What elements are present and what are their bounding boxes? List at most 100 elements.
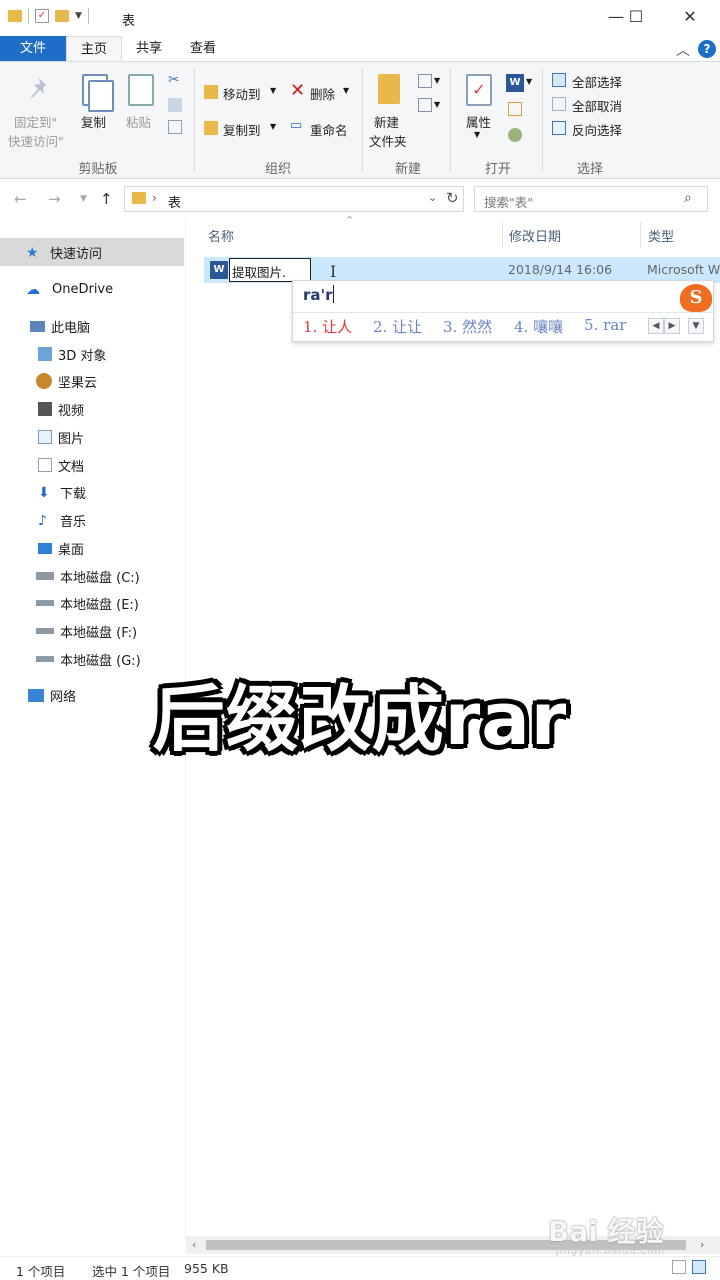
cube-icon [38,347,52,361]
cloud-icon: ☁ [26,282,40,298]
nut-icon [36,373,52,389]
select-none-icon [552,97,566,111]
sogou-logo-icon[interactable]: S [680,284,712,312]
delete-x-icon: ✕ [290,80,306,101]
picture-icon [38,430,52,444]
sidebar-item-drive-c[interactable]: 本地磁盘 (C:) [36,562,140,590]
sidebar-item-drive-e[interactable]: 本地磁盘 (E:) [36,589,139,617]
sidebar-item-quick-access[interactable]: ★ 快速访问 [26,238,102,266]
sidebar-item-music[interactable]: ♪ 音乐 [38,506,86,534]
sidebar-item-label: 此电脑 [51,320,91,336]
search-icon[interactable]: ⌕ [684,190,692,206]
select-group-label: 选择 [576,162,603,177]
open-group-label: 打开 [484,162,511,177]
recent-locations-icon[interactable]: ▼ [80,194,87,204]
edit-icon[interactable] [508,102,522,116]
help-icon[interactable]: ? [698,40,716,58]
ime-candidate-1[interactable]: 1. 让人 [303,316,352,337]
sidebar-item-3d-objects[interactable]: 3D 对象 [38,340,106,368]
column-header-type[interactable]: 类型 [648,226,674,245]
paste-button[interactable]: 粘贴 [126,112,151,131]
tab-share[interactable]: 共享 [122,36,176,62]
close-button[interactable]: ✕ [670,6,710,30]
new-folder-icon[interactable] [55,10,69,22]
address-path[interactable]: 表 [168,192,181,211]
ime-expand-icon[interactable]: ▼ [688,318,704,334]
ime-candidate-5[interactable]: 5. rar [584,316,626,334]
copy-path-icon[interactable] [168,98,182,112]
drive-icon [36,572,54,580]
tab-home[interactable]: 主页 [66,36,123,62]
copy-to-button[interactable]: 复制到 [223,120,261,139]
back-arrow-icon[interactable]: ← [14,190,27,208]
new-folder-button-line1[interactable]: 新建 [374,112,399,131]
properties-button[interactable]: 属性 [466,112,491,131]
up-arrow-icon[interactable]: ↑ [100,190,113,208]
sidebar-item-label: 桌面 [58,542,85,558]
invert-selection-button[interactable]: 反向选择 [572,120,622,139]
chevron-down-icon: ▼ [474,130,481,139]
ime-prev-page-icon[interactable]: ◀ [648,318,664,334]
drive-icon [36,628,54,634]
sidebar-item-desktop[interactable]: 桌面 [38,534,84,562]
sidebar-item-jianguoyun[interactable]: 坚果云 [36,367,97,395]
pin-quick-access-label-2[interactable]: 快速访问" [8,131,64,150]
sidebar-item-videos[interactable]: 视频 [38,395,84,423]
group-divider [362,68,363,172]
select-none-button[interactable]: 全部取消 [572,96,622,115]
cut-icon[interactable]: ✂ [168,72,180,88]
collapse-ribbon-icon[interactable]: ︿ [676,40,690,60]
folder-icon [8,10,22,22]
select-all-button[interactable]: 全部选择 [572,72,622,91]
desktop-icon [38,542,52,554]
sidebar-item-drive-f[interactable]: 本地磁盘 (F:) [36,617,137,645]
customize-dropdown-icon[interactable]: ▼ [75,11,82,21]
ime-candidate-3[interactable]: 3. 然然 [443,316,492,337]
text-cursor-icon: I [330,262,337,281]
copy-to-icon [204,121,218,135]
sidebar-item-documents[interactable]: 文档 [38,451,84,479]
column-divider[interactable] [502,222,503,248]
ime-candidate-4[interactable]: 4. 嚷嚷 [514,316,563,337]
maximize-button[interactable]: ☐ [616,6,656,30]
pin-quick-access-label-1[interactable]: 固定到" [14,112,57,131]
sidebar-item-onedrive[interactable]: ☁ OneDrive [26,275,113,303]
forward-arrow-icon[interactable]: → [48,190,61,208]
scroll-left-icon[interactable]: ‹ [192,1238,196,1251]
history-icon[interactable] [508,128,522,142]
chevron-down-icon: ▼ [270,86,277,95]
word-open-icon[interactable]: W [506,74,524,92]
rename-input[interactable]: 提取图片. [229,258,311,282]
sidebar-item-this-pc[interactable]: 此电脑 [30,312,90,340]
sidebar-item-pictures[interactable]: 图片 [38,423,84,451]
sidebar-item-label: 视频 [58,403,85,419]
scroll-right-icon[interactable]: › [700,1238,704,1251]
new-folder-button-line2[interactable]: 文件夹 [369,131,407,150]
column-header-date[interactable]: 修改日期 [509,226,561,245]
rename-button[interactable]: 重命名 [310,120,348,139]
sidebar-item-label: 本地磁盘 (E:) [60,597,139,613]
details-view-icon[interactable] [672,1260,686,1274]
star-icon: ★ [26,245,39,261]
column-header-name[interactable]: 名称 [208,226,234,245]
chevron-right-icon[interactable]: › [152,191,157,205]
document-icon [38,458,52,472]
sidebar-item-label: 本地磁盘 (C:) [60,570,140,586]
tab-file[interactable]: 文件 [0,36,66,62]
new-item-icon[interactable] [418,74,432,88]
copy-button[interactable]: 复制 [81,112,106,131]
delete-button[interactable]: 删除 [310,84,335,103]
properties-check-icon[interactable]: ✓ [35,9,49,23]
paste-shortcut-icon[interactable] [168,120,182,134]
sidebar-item-downloads[interactable]: ⬇ 下载 [38,478,86,506]
chevron-down-icon: ▼ [526,77,533,86]
ime-candidate-2[interactable]: 2. 让让 [373,316,422,337]
tab-view[interactable]: 查看 [176,36,230,62]
large-icons-view-icon[interactable] [692,1260,706,1274]
ime-next-page-icon[interactable]: ▶ [664,318,680,334]
move-to-button[interactable]: 移动到 [223,84,261,103]
easy-access-icon[interactable] [418,98,432,112]
chevron-down-icon[interactable]: ⌄ [428,191,437,204]
column-divider[interactable] [640,222,641,248]
refresh-icon[interactable]: ↻ [446,189,459,207]
